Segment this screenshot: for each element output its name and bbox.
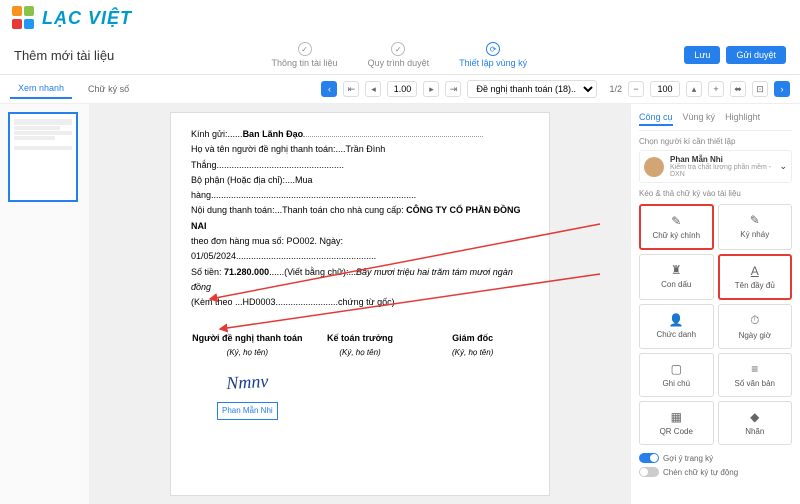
first-page-button[interactable]: ⇤ — [343, 81, 359, 97]
sig-director: Giám đốc (Ký, họ tên) — [416, 331, 529, 420]
tool-ngày-giờ[interactable]: ⏱Ngày giờ — [718, 304, 793, 349]
tool-icon: ♜ — [671, 263, 682, 277]
tool-icon: ✎ — [750, 213, 760, 227]
toggle-auto-insert[interactable]: Chèn chữ ký tự động — [639, 467, 792, 477]
tool-icon: ▦ — [671, 410, 682, 424]
save-button[interactable]: Lưu — [684, 46, 720, 64]
side-panel: Công cụ Vùng ký Highlight Chọn người kí … — [630, 104, 800, 504]
side-tab-tools[interactable]: Công cụ — [639, 110, 673, 126]
page-info: 1/2 — [609, 84, 622, 94]
document-page: Kính gửi:......Ban Lãnh Đạo Họ và tên ng… — [170, 112, 550, 496]
next-doc-button[interactable]: › — [774, 81, 790, 97]
tool-icon: ▢ — [671, 362, 682, 376]
signer-name-box[interactable]: Phan Mẫn Nhi — [217, 402, 278, 420]
document-viewport[interactable]: Kính gửi:......Ban Lãnh Đạo Họ và tên ng… — [90, 104, 630, 504]
side-tabs: Công cụ Vùng ký Highlight — [639, 110, 792, 131]
tool-icon: A — [751, 264, 759, 278]
tool-chữ-ký-chính[interactable]: ✎Chữ ký chính — [639, 204, 714, 250]
header: Thêm mới tài liệu ✓Thông tin tài liệu ✓Q… — [0, 36, 800, 75]
signature-image[interactable]: Nmnv — [190, 365, 304, 401]
brand-bar: LẠC VIỆT — [0, 0, 800, 36]
tool-con-dấu[interactable]: ♜Con dấu — [639, 254, 714, 300]
tool-icon: 👤 — [669, 313, 684, 327]
tab-sign-setup[interactable]: ⟳Thiết lập vùng ký — [459, 42, 527, 68]
tab-process[interactable]: ✓Quy trình duyệt — [368, 42, 430, 68]
subtab-digital-sig[interactable]: Chữ ký số — [80, 80, 137, 98]
toggle-suggest[interactable]: Gợi ý trang ký — [639, 453, 792, 463]
next-page-button[interactable]: ▸ — [423, 81, 439, 97]
signer-select-label: Chọn người kí cần thiết lập — [639, 137, 792, 146]
fit-width-button[interactable]: ⬌ — [730, 81, 746, 97]
tools-grid: ✎Chữ ký chính✎Ký nháy♜Con dấuATên đầy đủ… — [639, 204, 792, 445]
tool-chức-danh[interactable]: 👤Chức danh — [639, 304, 714, 349]
brand-text: LẠC VIỆT — [42, 8, 132, 29]
toggles: Gợi ý trang ký Chèn chữ ký tự động — [639, 453, 792, 477]
drag-label: Kéo & thả chữ ký vào tài liệu — [639, 189, 792, 198]
brand-logo — [12, 6, 36, 30]
sub-header: Xem nhanh Chữ ký số ‹ ⇤ ◂ ▸ ⇥ Đề nghị th… — [0, 75, 800, 104]
zoom-input[interactable] — [650, 81, 680, 97]
tool-nhãn[interactable]: ◆Nhãn — [718, 401, 793, 445]
doc-toolbar: ‹ ⇤ ◂ ▸ ⇥ Đề nghị thanh toán (18).... 1/… — [321, 80, 790, 98]
subtab-preview[interactable]: Xem nhanh — [10, 79, 72, 99]
page-input[interactable] — [387, 81, 417, 97]
sig-requester: Người đề nghị thanh toán (Ký, họ tên) Nm… — [191, 331, 304, 420]
tool-số-văn-bản[interactable]: ≡Số văn bản — [718, 353, 793, 397]
thumbnail-panel — [0, 104, 90, 504]
zoom-up-button[interactable]: ▴ — [686, 81, 702, 97]
header-tabs: ✓Thông tin tài liệu ✓Quy trình duyệt ⟳Th… — [272, 42, 528, 68]
avatar — [644, 157, 664, 177]
zoom-in-button[interactable]: + — [708, 81, 724, 97]
doc-select[interactable]: Đề nghị thanh toán (18).... — [467, 80, 597, 98]
header-buttons: Lưu Gửi duyệt — [684, 46, 786, 64]
side-tab-highlight[interactable]: Highlight — [725, 110, 760, 126]
tool-ghi-chú[interactable]: ▢Ghi chú — [639, 353, 714, 397]
prev-doc-button[interactable]: ‹ — [321, 81, 337, 97]
submit-button[interactable]: Gửi duyệt — [726, 46, 786, 64]
tool-tên-đầy-đủ[interactable]: ATên đầy đủ — [718, 254, 793, 300]
tool-ký-nháy[interactable]: ✎Ký nháy — [718, 204, 793, 250]
last-page-button[interactable]: ⇥ — [445, 81, 461, 97]
tool-icon: ◆ — [750, 410, 759, 424]
signature-row: Người đề nghị thanh toán (Ký, họ tên) Nm… — [191, 331, 529, 420]
tab-info[interactable]: ✓Thông tin tài liệu — [272, 42, 338, 68]
sig-accountant: Kế toán trưởng (Ký, họ tên) — [304, 331, 417, 420]
chevron-down-icon: ⌄ — [779, 161, 787, 172]
fit-page-button[interactable]: ⊡ — [752, 81, 768, 97]
signer-select[interactable]: Phan Mẫn Nhi Kiểm tra chất lượng phần mề… — [639, 150, 792, 183]
main: Kính gửi:......Ban Lãnh Đạo Họ và tên ng… — [0, 104, 800, 504]
tool-qr-code[interactable]: ▦QR Code — [639, 401, 714, 445]
side-tab-zones[interactable]: Vùng ký — [683, 110, 716, 126]
page-title: Thêm mới tài liệu — [14, 48, 114, 63]
page-thumbnail[interactable] — [8, 112, 78, 202]
tool-icon: ⏱ — [750, 313, 759, 328]
tool-icon: ≡ — [751, 362, 758, 376]
tool-icon: ✎ — [671, 214, 681, 228]
zoom-out-button[interactable]: − — [628, 81, 644, 97]
prev-page-button[interactable]: ◂ — [365, 81, 381, 97]
